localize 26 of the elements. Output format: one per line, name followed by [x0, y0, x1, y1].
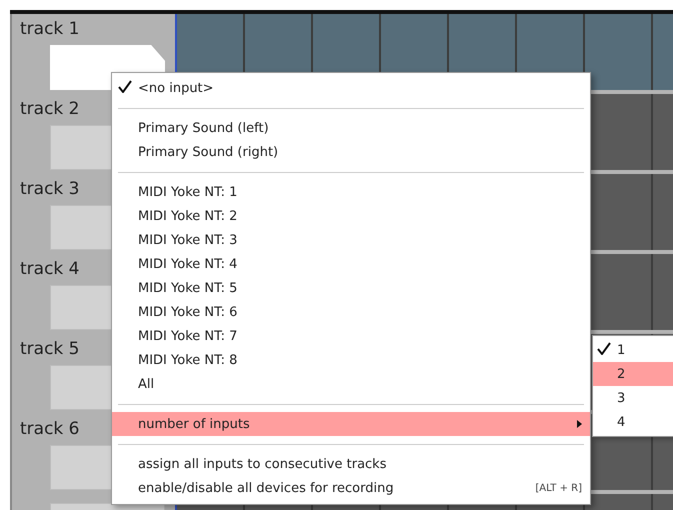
menu-item[interactable]: Primary Sound (right): [112, 140, 590, 164]
track-name: track 4: [20, 258, 80, 280]
menu-item[interactable]: number of inputs: [112, 412, 590, 436]
track-name: track 3: [20, 178, 80, 200]
shortcut-text: [ALT + R]: [535, 482, 582, 494]
track-name: track 2: [20, 98, 80, 120]
menu-item[interactable]: Primary Sound (left): [112, 116, 590, 140]
menu-item[interactable]: MIDI Yoke NT: 3: [112, 228, 590, 252]
menu-item[interactable]: MIDI Yoke NT: 7: [112, 324, 590, 348]
menu-item[interactable]: MIDI Yoke NT: 4: [112, 252, 590, 276]
menu-item[interactable]: MIDI Yoke NT: 6: [112, 300, 590, 324]
menu-item[interactable]: MIDI Yoke NT: 5: [112, 276, 590, 300]
menu-item[interactable]: MIDI Yoke NT: 1: [112, 180, 590, 204]
track-name: track 5: [20, 338, 80, 360]
submenu-item[interactable]: 4: [593, 410, 673, 434]
menu-item[interactable]: enable/disable all devices for recording [ALT + R]: [112, 476, 590, 500]
track-name: track 6: [20, 418, 80, 440]
track-name: track 1: [20, 18, 80, 40]
menu-item[interactable]: assign all inputs to consecutive tracks: [112, 452, 590, 476]
submenu-item[interactable]: 2: [593, 362, 673, 386]
submenu-item[interactable]: 1: [593, 338, 673, 362]
menu-item[interactable]: <no input>: [112, 76, 590, 100]
menu-item[interactable]: MIDI Yoke NT: 2: [112, 204, 590, 228]
submenu-item[interactable]: 3: [593, 386, 673, 410]
menu-item[interactable]: MIDI Yoke NT: 8: [112, 348, 590, 372]
menu-item[interactable]: All: [112, 372, 590, 396]
